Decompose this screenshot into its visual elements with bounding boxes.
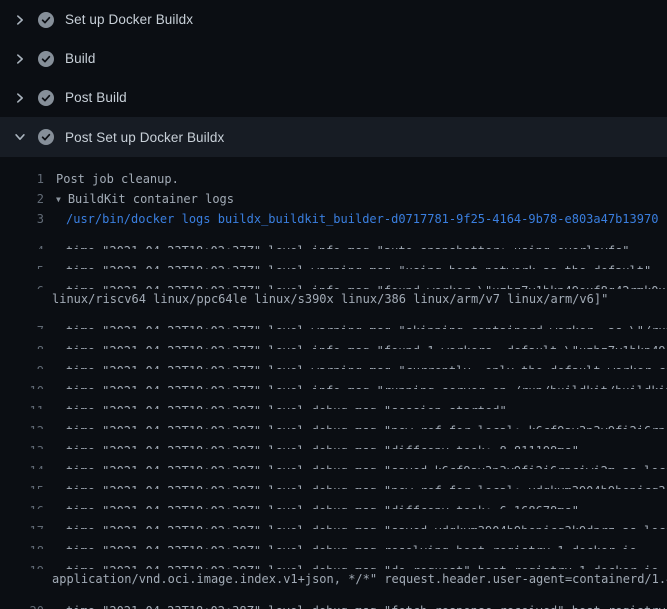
log-row: 7 ▼time="2021-04-23T18:02:37Z" level=war…	[0, 309, 667, 329]
triangle-down-icon[interactable]: ▼	[56, 195, 61, 204]
log-row: 9 ▼time="2021-04-23T18:02:37Z" level=war…	[0, 349, 667, 369]
chevron-right-icon[interactable]	[13, 13, 27, 27]
log-line-number[interactable]: 18	[0, 541, 44, 549]
log-line-text: ▼time="2021-04-23T18:02:38Z" level=debug…	[66, 601, 667, 609]
step-row-post-build[interactable]: Post Build	[0, 78, 667, 117]
chevron-right-icon[interactable]	[13, 91, 27, 105]
log-row: 5 ▼time="2021-04-23T18:02:37Z" level=war…	[0, 249, 667, 269]
step-label: Post Build	[65, 90, 127, 105]
log-row: 1 ▼Post job cleanup.	[0, 169, 667, 189]
step-row-set-up-docker-buildx[interactable]: Set up Docker Buildx	[0, 0, 667, 39]
log-line-text: ▼Post job cleanup.	[56, 169, 179, 189]
log-line-text: ▼time="2021-04-23T18:02:38Z" level=debug…	[66, 541, 637, 549]
log-line-number[interactable]: 20	[0, 601, 44, 609]
log-line-text: ▼application/vnd.oci.image.index.v1+json…	[52, 569, 667, 589]
log-line-number[interactable]: 4	[0, 241, 44, 249]
log-row: 15 ▼time="2021-04-23T18:02:38Z" level=de…	[0, 469, 667, 489]
log-line-number[interactable]: 5	[0, 261, 44, 269]
log-line-text: ▼time="2021-04-23T18:02:37Z" level=info …	[66, 341, 667, 349]
log-line-number[interactable]: 14	[0, 461, 44, 469]
log-line-text: ▼time="2021-04-23T18:02:37Z" level=info …	[66, 241, 630, 249]
log-row: 6 ▼time="2021-04-23T18:02:37Z" level=inf…	[0, 269, 667, 289]
step-label: Post Set up Docker Buildx	[65, 130, 224, 145]
check-circle-icon	[38, 12, 54, 28]
log-line-text: ▼time="2021-04-23T18:02:37Z" level=warni…	[66, 261, 651, 269]
log-line-text: ▼time="2021-04-23T18:02:37Z" level=info …	[66, 281, 667, 289]
log-row: ▼linux/riscv64 linux/ppc64le linux/s390x…	[0, 289, 667, 309]
log-line-number[interactable]: 13	[0, 441, 44, 449]
log-row: 2 ▼BuildKit container logs	[0, 189, 667, 209]
chevron-right-icon[interactable]	[13, 52, 27, 66]
log-line-text: ▼time="2021-04-23T18:02:38Z" level=debug…	[66, 401, 507, 409]
log-line-text: ▼time="2021-04-23T18:02:38Z" level=debug…	[66, 521, 667, 529]
log-row: 4 ▼time="2021-04-23T18:02:37Z" level=inf…	[0, 229, 667, 249]
log-line-text: ▼time="2021-04-23T18:02:38Z" level=debug…	[66, 501, 579, 509]
log-line-number[interactable]: 11	[0, 401, 44, 409]
log-line-number[interactable]: 15	[0, 481, 44, 489]
log-row: 18 ▼time="2021-04-23T18:02:38Z" level=de…	[0, 529, 667, 549]
check-circle-icon	[38, 90, 54, 106]
log-line-text: ▼time="2021-04-23T18:02:38Z" level=debug…	[66, 441, 579, 449]
log-row: 13 ▼time="2021-04-23T18:02:38Z" level=de…	[0, 429, 667, 449]
log-line-text: ▼BuildKit container logs	[56, 189, 234, 209]
log-line-number[interactable]: 9	[0, 361, 44, 369]
log-line-text: ▼time="2021-04-23T18:02:38Z" level=debug…	[66, 421, 667, 429]
log-line-text: ▼time="2021-04-23T18:02:37Z" level=warni…	[66, 361, 667, 369]
actions-log-viewer: { "steps": [ { "label": "Set up Docker B…	[0, 0, 667, 600]
log-line-number[interactable]	[0, 289, 44, 309]
log-row: 19 ▼time="2021-04-23T18:02:38Z" level=de…	[0, 549, 667, 569]
log-row: 16 ▼time="2021-04-23T18:02:38Z" level=de…	[0, 489, 667, 509]
log-line-text: ▼time="2021-04-23T18:02:38Z" level=debug…	[66, 561, 667, 569]
log-row: 14 ▼time="2021-04-23T18:02:38Z" level=de…	[0, 449, 667, 469]
log-section: 1 ▼Post job cleanup. 2 ▼BuildKit contain…	[0, 157, 667, 609]
log-line-number[interactable]: 8	[0, 341, 44, 349]
log-line-number[interactable]: 19	[0, 561, 44, 569]
log-row: 8 ▼time="2021-04-23T18:02:37Z" level=inf…	[0, 329, 667, 349]
log-line-text: ▼/usr/bin/docker logs buildx_buildkit_bu…	[66, 209, 658, 229]
log-line-number[interactable]: 10	[0, 381, 44, 389]
log-row: 12 ▼time="2021-04-23T18:02:38Z" level=de…	[0, 409, 667, 429]
log-line-number[interactable]: 6	[0, 281, 44, 289]
step-label: Build	[65, 51, 96, 66]
log-row: 20 ▼time="2021-04-23T18:02:38Z" level=de…	[0, 589, 667, 609]
log-line-text: ▼time="2021-04-23T18:02:37Z" level=info …	[66, 381, 667, 389]
step-row-post-set-up-docker-buildx[interactable]: Post Set up Docker Buildx	[0, 117, 667, 157]
log-line-text: ▼time="2021-04-23T18:02:37Z" level=warni…	[66, 321, 667, 329]
step-row-build[interactable]: Build	[0, 39, 667, 78]
log-line-number[interactable]: 12	[0, 421, 44, 429]
check-circle-icon	[38, 129, 54, 145]
log-line-number[interactable]: 17	[0, 521, 44, 529]
step-label: Set up Docker Buildx	[65, 12, 193, 27]
log-row: 17 ▼time="2021-04-23T18:02:38Z" level=de…	[0, 509, 667, 529]
log-line-number[interactable]: 3	[0, 209, 44, 229]
chevron-down-icon[interactable]	[13, 130, 27, 144]
log-line-number[interactable]: 7	[0, 321, 44, 329]
log-line-number[interactable]: 2	[0, 189, 44, 209]
log-line-number[interactable]: 1	[0, 169, 44, 189]
log-line-number[interactable]: 16	[0, 501, 44, 509]
steps-section: Set up Docker Buildx Build	[0, 0, 667, 157]
log-row: ▼application/vnd.oci.image.index.v1+json…	[0, 569, 667, 589]
log-row: 10 ▼time="2021-04-23T18:02:37Z" level=in…	[0, 369, 667, 389]
check-circle-icon	[38, 51, 54, 67]
log-row: 3 ▼/usr/bin/docker logs buildx_buildkit_…	[0, 209, 667, 229]
log-line-text: ▼time="2021-04-23T18:02:38Z" level=debug…	[66, 461, 667, 469]
log-row: 11 ▼time="2021-04-23T18:02:38Z" level=de…	[0, 389, 667, 409]
log-line-text: ▼linux/riscv64 linux/ppc64le linux/s390x…	[52, 289, 608, 309]
log-line-text: ▼time="2021-04-23T18:02:38Z" level=debug…	[66, 481, 667, 489]
log-line-number[interactable]	[0, 569, 44, 589]
